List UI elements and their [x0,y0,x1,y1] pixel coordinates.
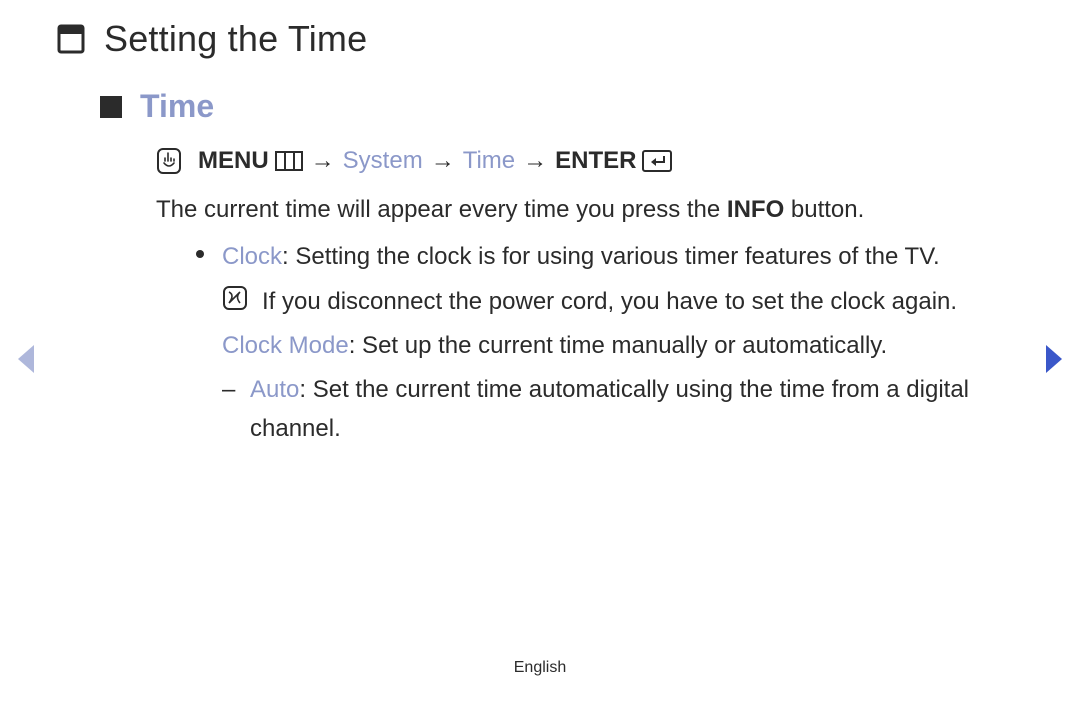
menu-grid-icon [275,151,303,171]
note-icon [222,283,248,321]
intro-paragraph: The current time will appear every time … [156,191,1024,228]
clockmode-description: : Set up the current time manually or au… [349,332,887,359]
enter-key-icon [642,150,672,172]
auto-term: Auto [250,376,299,403]
page-content: Setting the Time Time MENU → System → Ti… [0,0,1080,448]
square-bullet-icon [100,96,122,118]
footer-language: English [0,659,1080,677]
menu-path: MENU → System → Time → ENTER [156,143,1024,179]
note-row: If you disconnect the power cord, you ha… [222,283,1024,321]
clockmode-term: Clock Mode [222,332,349,359]
bullet-list: Clock: Setting the clock is for using va… [196,238,1024,448]
bullet-content: Clock: Setting the clock is for using va… [222,238,940,276]
clockmode-row: Clock Mode: Set up the current time manu… [222,327,1024,365]
arrow-separator: → [429,143,457,179]
bullet-dot-icon [196,238,206,276]
enter-label: ENTER [555,143,636,179]
dash-mark: – [222,371,236,448]
arrow-separator: → [309,143,337,179]
menu-label: MENU [198,143,269,179]
note-text: If you disconnect the power cord, you ha… [262,283,957,321]
next-page-button[interactable] [1042,343,1066,375]
dash-item-auto: – Auto: Set the current time automatical… [222,371,1024,448]
bullet-item-clock: Clock: Setting the clock is for using va… [196,238,1024,276]
page-title: Setting the Time [104,18,367,60]
arrow-separator: → [521,143,549,179]
prev-page-button[interactable] [14,343,38,375]
info-button-label: INFO [727,196,784,223]
path-system: System [343,143,423,179]
clock-description: : Setting the clock is for using various… [282,243,940,270]
dash-content: Auto: Set the current time automatically… [250,371,1024,448]
page-title-row: Setting the Time [56,18,1024,60]
auto-description: : Set the current time automatically usi… [250,376,969,441]
clock-term: Clock [222,243,282,270]
intro-prefix: The current time will appear every time … [156,196,727,223]
hand-icon [156,147,182,175]
section-heading: Time [140,88,214,125]
path-time: Time [463,143,515,179]
bookmark-icon [56,24,86,54]
section-heading-row: Time [100,88,1024,125]
intro-suffix: button. [784,196,864,223]
